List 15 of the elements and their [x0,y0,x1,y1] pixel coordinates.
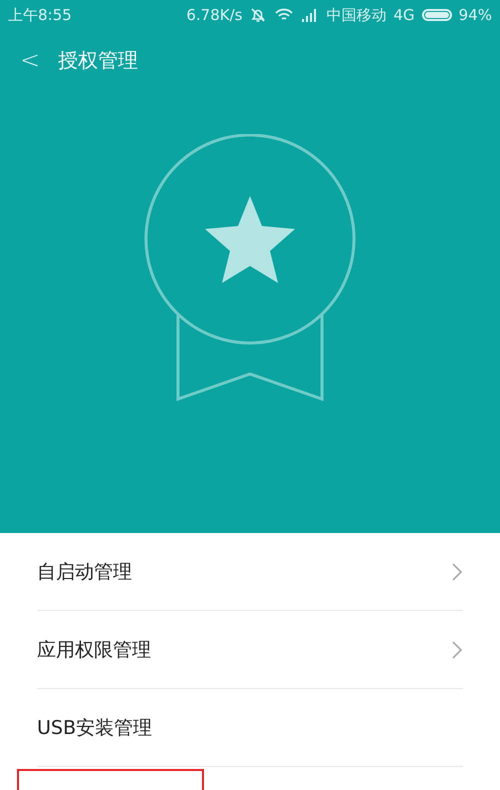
menu-item[interactable]: 自启动管理 [37,533,463,611]
network-speed: 6.78K/s [186,6,242,24]
status-time: 上午8:55 [8,6,72,24]
menu-item[interactable]: USB安装管理 [37,689,463,767]
page-title: 授权管理 [58,46,138,74]
menu-label: 应用权限管理 [37,638,151,662]
menu-item[interactable]: 应用权限管理 [37,611,463,689]
carrier-name: 中国移动 [326,6,386,24]
medal-star-icon [143,134,357,404]
network-type: 4G [393,6,415,24]
battery-icon [422,9,452,21]
menu-label: USB安装管理 [37,716,152,740]
bell-muted-icon [249,6,268,24]
battery-percent: 94% [458,6,492,24]
menu-label: 自启动管理 [37,560,132,584]
